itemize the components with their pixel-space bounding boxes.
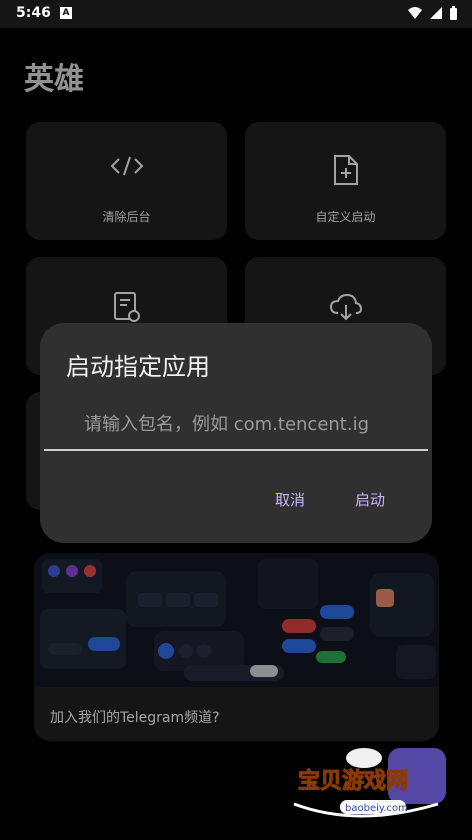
svg-text:baobeiy.com: baobeiy.com bbox=[345, 803, 408, 814]
status-time: 5:46 bbox=[16, 5, 51, 21]
status-icons bbox=[407, 6, 458, 20]
status-badge: A bbox=[60, 7, 72, 19]
battery-icon bbox=[450, 6, 457, 20]
wifi-icon bbox=[408, 7, 422, 19]
start-button[interactable]: 启动 bbox=[355, 489, 385, 510]
svg-text:宝贝游戏网: 宝贝游戏网 bbox=[298, 768, 408, 794]
status-bar: 5:46 A bbox=[0, 0, 472, 28]
package-name-input[interactable] bbox=[44, 399, 428, 451]
watermark-logo: 宝贝游戏网 baobeiy.com bbox=[288, 744, 452, 824]
cancel-button[interactable]: 取消 bbox=[275, 489, 305, 510]
signal-icon bbox=[430, 7, 442, 19]
launch-app-dialog: 启动指定应用 取消 启动 bbox=[40, 323, 432, 543]
dialog-title: 启动指定应用 bbox=[66, 353, 210, 381]
